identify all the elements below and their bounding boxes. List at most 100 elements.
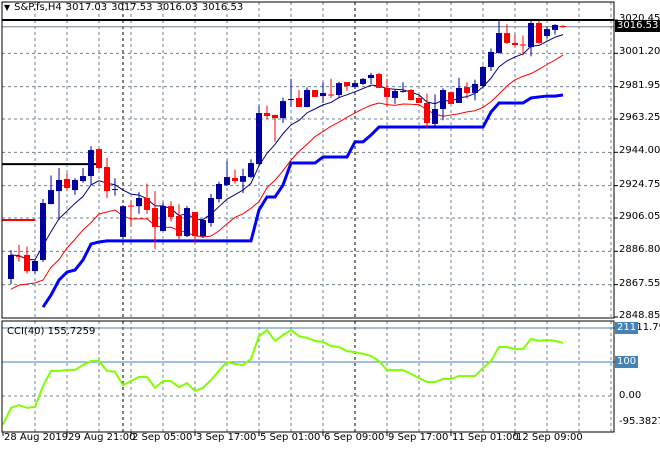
- bullish-candle: [360, 78, 366, 84]
- bearish-candle: [512, 42, 518, 46]
- bullish-candle: [544, 29, 550, 37]
- bearish-candle: [464, 87, 470, 93]
- bearish-candle: [560, 25, 566, 27]
- bearish-candle: [504, 33, 510, 43]
- bullish-candle: [120, 206, 126, 237]
- bullish-candle: [368, 74, 374, 79]
- bullish-candle: [224, 177, 230, 186]
- bearish-candle: [272, 114, 278, 119]
- bullish-candle: [528, 23, 534, 48]
- cci-label: CCI(40) 155.7259: [7, 326, 95, 337]
- bullish-candle: [248, 163, 254, 178]
- bearish-candle: [192, 212, 198, 237]
- cci-zero-label: 0.00: [619, 390, 642, 401]
- price-axis-label: 3001.20: [619, 46, 660, 58]
- time-axis-label: 9 Sep 17:00: [388, 432, 449, 443]
- cci-line: [2, 328, 564, 425]
- cci-name: CCI(40): [7, 326, 45, 337]
- bullish-candle: [352, 83, 358, 88]
- time-axis-label: 28 Aug 2019: [4, 432, 69, 443]
- bullish-candle: [496, 33, 502, 53]
- bearish-candle: [96, 149, 102, 169]
- open-value: 3017.03: [65, 2, 108, 13]
- bearish-candle: [344, 82, 350, 87]
- cci-min-label: -95.3827: [619, 416, 660, 427]
- bearish-candle: [64, 178, 70, 188]
- bearish-candle: [232, 177, 238, 182]
- bullish-candle: [304, 90, 310, 107]
- bullish-candle: [48, 190, 54, 205]
- bullish-candle: [288, 99, 294, 101]
- chart-canvas: [1, 1, 620, 436]
- bearish-candle: [448, 92, 454, 105]
- bullish-candle: [160, 206, 166, 232]
- price-axis-label: 2848.85: [619, 310, 660, 321]
- dropdown-triangle-icon[interactable]: ▼: [4, 3, 10, 12]
- bearish-candle: [16, 256, 22, 258]
- bullish-candle: [40, 203, 46, 260]
- bullish-candle: [216, 183, 222, 200]
- chart-header: ▼ S&P.fs,H4 3017.03 3017.53 3016.03 3016…: [4, 2, 243, 13]
- price-axis-label: 2963.25: [619, 112, 660, 123]
- support-line: [41, 93, 564, 308]
- bullish-candle: [488, 51, 494, 67]
- high-value: 3017.53: [111, 2, 153, 13]
- bearish-candle: [536, 23, 542, 43]
- price-axis-label: 2886.80: [619, 244, 660, 256]
- low-value: 3016.03: [156, 2, 198, 13]
- bullish-candle: [256, 113, 262, 165]
- close-value: 3016.53: [201, 2, 244, 13]
- bullish-candle: [480, 66, 486, 87]
- bullish-candle: [400, 91, 406, 93]
- bullish-candle: [80, 176, 86, 182]
- time-axis-label: 29 Aug 21:00: [68, 432, 136, 443]
- bullish-candle: [208, 198, 214, 223]
- price-axis-label: 2944.00: [619, 145, 660, 157]
- bullish-candle: [472, 83, 478, 93]
- bullish-candle: [56, 180, 62, 192]
- bearish-candle: [144, 198, 150, 210]
- bullish-candle: [136, 198, 142, 207]
- bullish-candle: [336, 83, 342, 96]
- bearish-candle: [384, 87, 390, 97]
- bearish-candle: [408, 90, 414, 101]
- bullish-candle: [72, 180, 78, 191]
- bearish-candle: [520, 44, 526, 46]
- time-axis-label: 2 Sep 05:00: [132, 432, 193, 443]
- symbol-label: S&P.fs,H4: [14, 2, 62, 13]
- bullish-candle: [320, 92, 326, 97]
- bullish-candle: [240, 176, 246, 182]
- current-price-box: 3016.53: [615, 20, 660, 32]
- bearish-candle: [312, 90, 318, 97]
- cci-value: 155.7259: [47, 326, 96, 337]
- bearish-candle: [104, 167, 110, 192]
- time-axis-label: 6 Sep 09:00: [324, 432, 385, 443]
- time-axis-label: 12 Sep 09:00: [516, 432, 583, 443]
- price-axis-label: 2867.55: [619, 277, 660, 289]
- bearish-candle: [168, 206, 174, 218]
- bearish-candle: [296, 97, 302, 107]
- time-axis-label: 5 Sep 01:00: [260, 432, 321, 443]
- bullish-candle: [440, 90, 446, 110]
- bearish-candle: [416, 97, 422, 103]
- bullish-candle: [8, 254, 14, 280]
- time-axis-label: 11 Sep 01:00: [452, 432, 519, 443]
- bearish-candle: [152, 208, 158, 228]
- bearish-candle: [264, 113, 270, 116]
- bullish-candle: [456, 87, 462, 103]
- bearish-candle: [128, 205, 134, 207]
- bullish-candle: [184, 208, 190, 237]
- bullish-candle: [88, 150, 94, 177]
- bullish-candle: [280, 101, 286, 119]
- bullish-candle: [200, 219, 206, 237]
- bearish-candle: [424, 102, 430, 124]
- price-axis-label: 2981.95: [619, 79, 660, 91]
- bullish-candle: [552, 24, 558, 30]
- bullish-candle: [32, 261, 38, 272]
- time-axis-label: 3 Sep 17:00: [196, 432, 257, 443]
- bearish-candle: [376, 74, 382, 88]
- bullish-candle: [432, 109, 438, 124]
- price-axis-label: 2906.05: [619, 211, 660, 222]
- price-axis-label: 2924.75: [619, 178, 660, 190]
- bearish-candle: [24, 254, 30, 272]
